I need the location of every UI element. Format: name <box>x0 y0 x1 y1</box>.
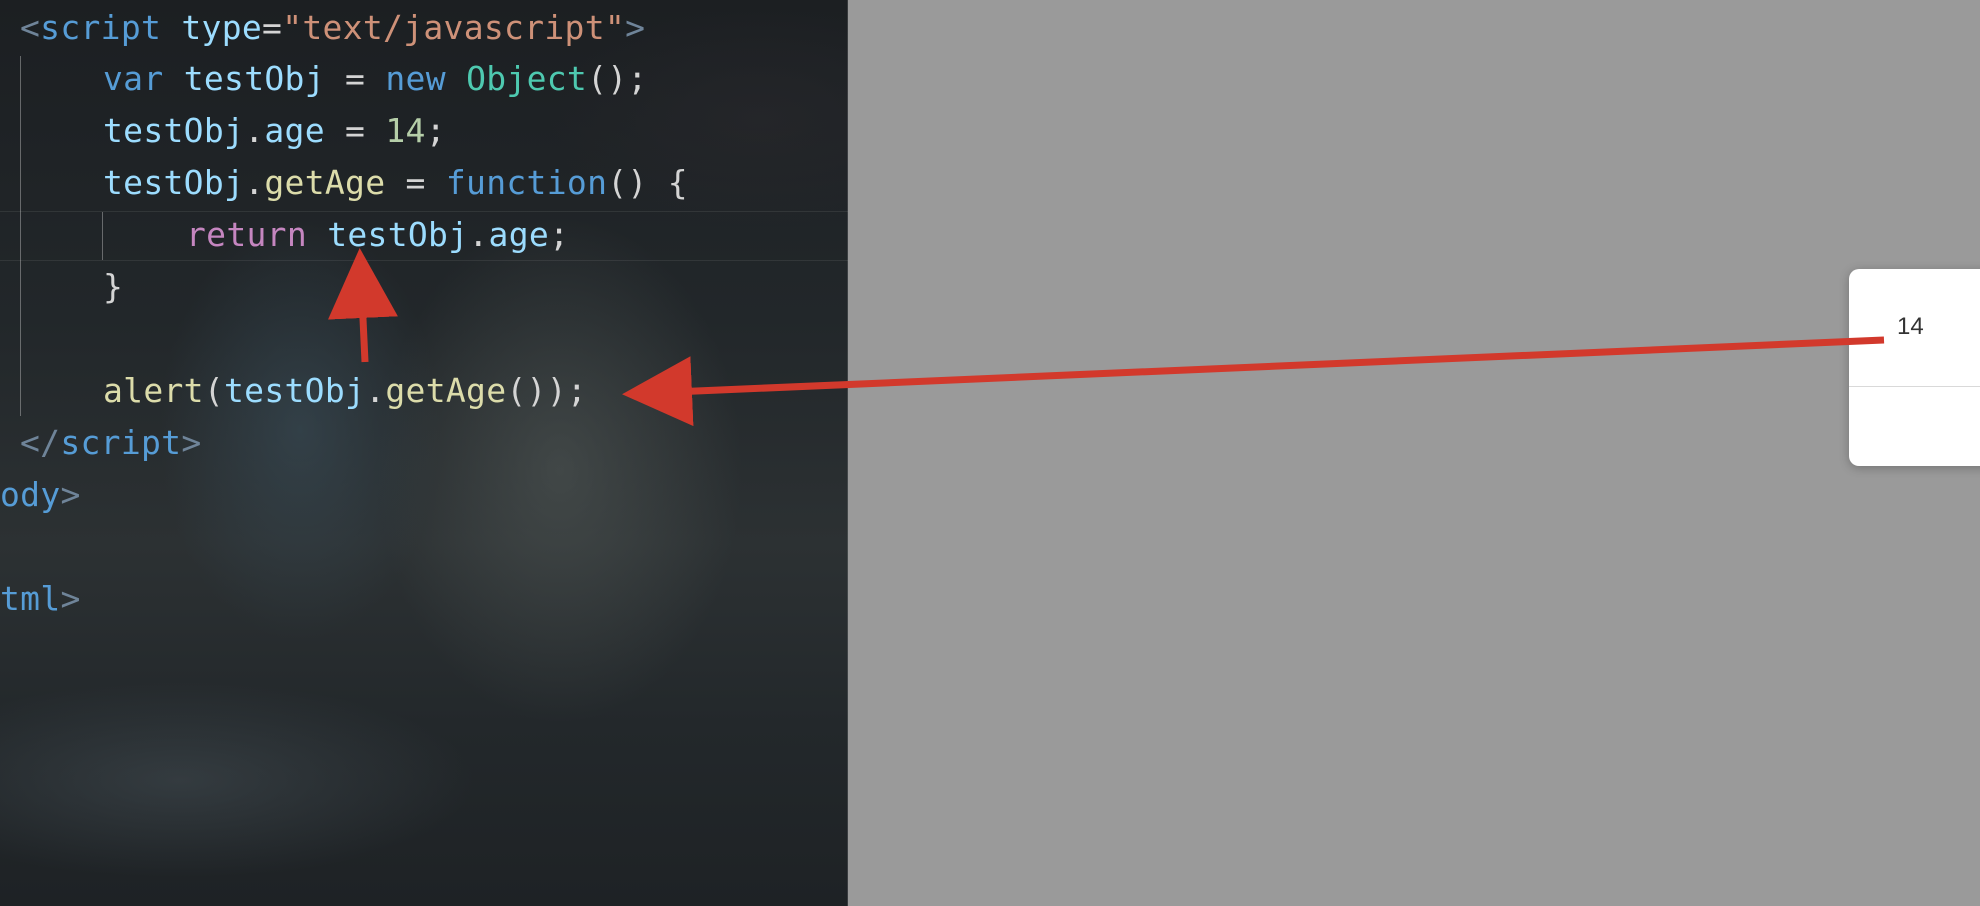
arrow-up-to-return <box>327 248 398 363</box>
arrow-dialog-to-alert <box>622 336 1885 427</box>
annotation-arrows <box>327 248 1885 427</box>
